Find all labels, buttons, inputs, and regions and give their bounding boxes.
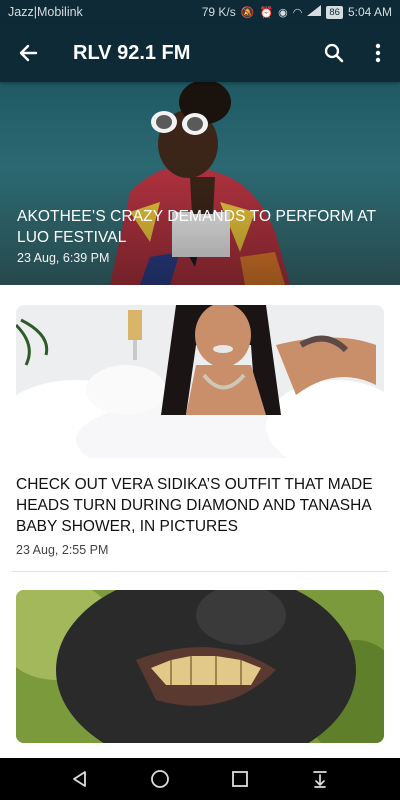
overflow-menu-button[interactable] [356,24,400,82]
back-button[interactable] [0,24,56,82]
system-nav-bar [0,758,400,800]
wifi-icon: ◠ [292,6,303,19]
alarm-icon: ⏰ [259,6,274,19]
circle-home-icon [151,770,169,788]
more-vertical-icon [375,43,381,63]
clock: 5:04 AM [347,5,392,19]
triangle-back-icon [73,771,86,787]
article-date: 23 Aug, 2:55 PM [16,543,109,557]
arrow-left-icon [19,44,38,62]
nav-back-button[interactable] [60,758,100,800]
battery-icon: 86 [326,5,343,19]
square-recents-icon [232,771,248,787]
article-image[interactable] [16,590,384,743]
search-icon [324,43,344,63]
status-indicators: 79 K/s 🔕 ⏰ ◉ ◠ 86 5:04 AM [202,5,392,19]
app-bar: RLV 92.1 FM [0,24,400,82]
app-title: RLV 92.1 FM [73,41,191,64]
featured-article-card[interactable]: AKOTHEE’S CRAZY DEMANDS TO PERFORM AT LU… [0,82,400,285]
article-feed[interactable]: AKOTHEE’S CRAZY DEMANDS TO PERFORM AT LU… [0,82,400,758]
network-speed: 79 K/s [201,5,236,19]
article-card[interactable]: CHECK OUT VERA SIDIKA’S OUTFIT THAT MADE… [0,285,400,573]
nav-home-button[interactable] [140,758,180,800]
eye-icon: ◉ [278,6,288,19]
mute-icon: 🔕 [240,6,255,19]
featured-article-date: 23 Aug, 6:39 PM [17,251,110,265]
search-button[interactable] [312,24,356,82]
signal-icon [307,5,322,19]
nav-notifications-button[interactable] [300,758,340,800]
status-bar: Jazz|Mobilink 79 K/s 🔕 ⏰ ◉ ◠ 86 5:04 AM [0,0,400,24]
bubble-bath-image [16,305,384,458]
card-divider [12,571,388,572]
article-card[interactable] [0,573,400,758]
nav-recents-button[interactable] [220,758,260,800]
macaque-image [16,590,384,743]
article-image[interactable] [16,305,384,458]
featured-article-title[interactable]: AKOTHEE’S CRAZY DEMANDS TO PERFORM AT LU… [17,206,377,248]
carrier-label: Jazz|Mobilink [8,5,83,19]
pull-down-icon [313,771,327,788]
article-title[interactable]: CHECK OUT VERA SIDIKA’S OUTFIT THAT MADE… [16,474,384,537]
